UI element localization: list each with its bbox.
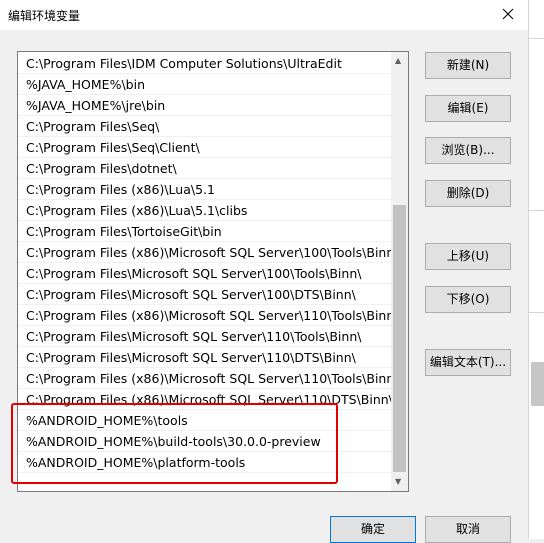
close-icon [502,8,514,20]
new-button[interactable]: 新建(N) [425,52,511,79]
list-item[interactable]: C:\Program Files (x86)\Lua\5.1 [18,179,392,200]
move-down-button[interactable]: 下移(O) [425,286,511,313]
list-item[interactable]: C:\Program Files\Seq\Client\ [18,137,392,158]
delete-button[interactable]: 删除(D) [425,180,511,207]
background-divider [528,38,544,39]
browse-button[interactable]: 浏览(B)... [425,137,511,164]
list-item[interactable]: C:\Program Files (x86)\Microsoft SQL Ser… [18,305,392,326]
background-window-edge [528,0,544,539]
edit-button[interactable]: 编辑(E) [425,95,511,122]
background-scrollbar-thumb [531,362,544,406]
edit-text-button[interactable]: 编辑文本(T)... [425,349,511,376]
scroll-down-arrow-icon[interactable]: ▼ [395,477,401,487]
background-divider [528,210,544,211]
list-item[interactable]: C:\Program Files\Microsoft SQL Server\10… [18,263,392,284]
move-up-button[interactable]: 上移(U) [425,243,511,270]
title-bar: 编辑环境变量 [0,0,528,30]
android-paths-highlight [11,403,338,484]
list-item[interactable]: C:\Program Files\Microsoft SQL Server\11… [18,326,392,347]
window-title: 编辑环境变量 [8,9,81,23]
list-item[interactable]: C:\Program Files (x86)\Microsoft SQL Ser… [18,368,392,389]
scrollbar-thumb[interactable] [393,205,406,472]
list-item[interactable]: C:\Program Files\Seq\ [18,116,392,137]
list-item[interactable]: C:\Program Files (x86)\Lua\5.1\clibs [18,200,392,221]
list-item[interactable]: %JAVA_HOME%\jre\bin [18,95,392,116]
list-vertical-scrollbar[interactable]: ▲ ▼ [391,52,408,491]
edit-env-variable-dialog: 编辑环境变量 C:\Program Files\IDM Computer Sol… [0,0,528,543]
list-item[interactable]: C:\Program Files\dotnet\ [18,158,392,179]
list-item[interactable]: %JAVA_HOME%\bin [18,74,392,95]
close-button[interactable] [497,3,519,25]
background-divider [528,312,544,313]
list-item[interactable]: C:\Program Files\IDM Computer Solutions\… [18,53,392,74]
scroll-up-arrow-icon[interactable]: ▲ [395,56,401,66]
list-item[interactable]: C:\Program Files (x86)\Microsoft SQL Ser… [18,242,392,263]
list-item[interactable]: C:\Program Files\TortoiseGit\bin [18,221,392,242]
list-item[interactable]: C:\Program Files\Microsoft SQL Server\11… [18,347,392,368]
list-item[interactable]: C:\Program Files\Microsoft SQL Server\10… [18,284,392,305]
